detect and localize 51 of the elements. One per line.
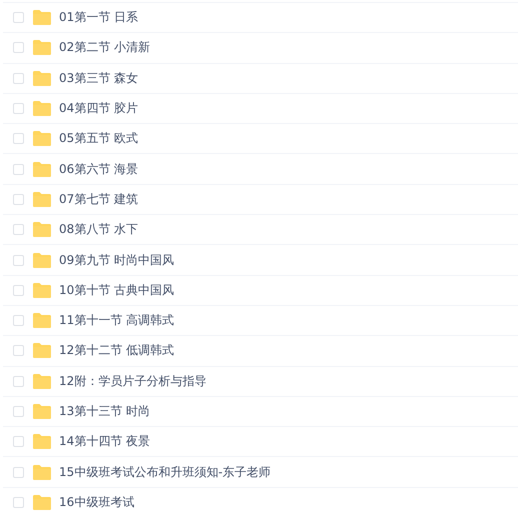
checkbox[interactable] [13,42,24,54]
checkbox[interactable] [13,133,24,144]
folder-icon [33,404,51,419]
folder-name[interactable]: 07第七节 建筑 [59,190,138,208]
folder-icon [33,192,51,207]
checkbox[interactable] [13,406,24,417]
folder-name[interactable]: 05第五节 欧式 [59,130,138,148]
checkbox[interactable] [13,103,24,114]
folder-name[interactable]: 14第十四节 夜景 [59,433,150,450]
folder-name[interactable]: 16中级班考试 [59,494,134,511]
folder-icon [33,252,51,268]
folder-icon [33,70,51,86]
checkbox[interactable] [13,466,24,478]
checkbox[interactable] [13,284,24,296]
folder-icon [33,282,51,298]
folder-name[interactable]: 06第六节 海景 [59,160,138,178]
folder-name[interactable]: 02第二节 小清新 [59,39,150,56]
folder-name[interactable]: 12第十二节 低调韩式 [59,342,174,360]
folder-icon [33,434,51,450]
checkbox[interactable] [13,12,24,24]
folder-name[interactable]: 15中级班考试公布和升班须知-东子老师 [59,464,271,481]
folder-icon [33,374,51,389]
folder-name[interactable]: 08第八节 水下 [59,221,138,238]
checkbox[interactable] [13,72,24,84]
folder-icon [33,10,51,26]
folder-name[interactable]: 10第十节 古典中国风 [59,282,174,299]
folder-icon [33,40,51,56]
checkbox[interactable] [13,224,24,236]
checkbox[interactable] [13,315,24,326]
checkbox[interactable] [13,436,24,448]
folder-name[interactable]: 03第三节 森女 [59,70,138,87]
folder-icon [33,464,51,480]
checkbox[interactable] [13,345,24,356]
checkbox[interactable] [13,194,24,205]
folder-icon [33,162,51,177]
checkbox[interactable] [13,254,24,266]
folder-name[interactable]: 01第一节 日系 [59,9,138,26]
folder-name[interactable]: 13第十三节 时尚 [59,403,150,420]
folder-icon [33,313,51,328]
folder-icon [33,131,51,146]
folder-name[interactable]: 09第九节 时尚中国风 [59,252,174,269]
folder-name[interactable]: 11第十一节 高调韩式 [59,312,174,330]
folder-icon [33,222,51,238]
folder-name[interactable]: 12附：学员片子分析与指导 [59,372,206,390]
folder-name[interactable]: 04第四节 胶片 [59,100,138,118]
checkbox[interactable] [13,164,24,175]
checkbox[interactable] [13,376,24,387]
folder-icon [33,101,51,116]
checkbox[interactable] [13,496,24,508]
folder-icon [33,494,51,510]
folder-icon [33,343,51,358]
